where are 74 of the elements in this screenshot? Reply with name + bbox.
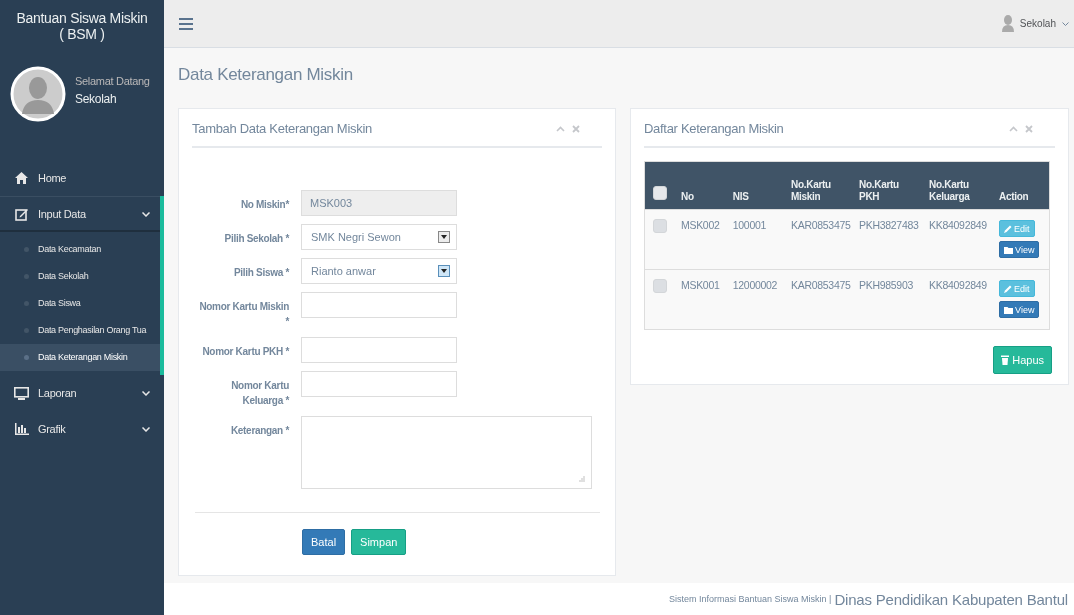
- input-field[interactable]: [301, 337, 457, 363]
- table-cell: PKH3827483: [855, 209, 926, 270]
- bar-chart-icon: [14, 423, 29, 435]
- close-icon[interactable]: [572, 124, 580, 133]
- app-title: Bantuan Siswa Miskin: [15, 10, 149, 26]
- input-field[interactable]: [301, 371, 457, 397]
- textarea-field[interactable]: [301, 416, 592, 489]
- form-button[interactable]: Batal: [302, 529, 346, 555]
- panel-title: Tambah Data Keterangan Miskin: [192, 121, 372, 136]
- submenu-item[interactable]: Data Penghasilan Orang Tua: [0, 317, 160, 344]
- field-label: Nomor Kartu Miskin *: [198, 300, 289, 329]
- checkbox[interactable]: [653, 186, 667, 200]
- close-icon[interactable]: [1025, 124, 1033, 133]
- folder-icon: [1004, 305, 1014, 314]
- menu-item[interactable]: Laporan: [0, 375, 164, 411]
- checkbox[interactable]: [653, 279, 667, 293]
- select-field[interactable]: Rianto anwar: [301, 258, 457, 284]
- field-label: Pilih Siswa *: [233, 266, 289, 280]
- table-cell: MSK001: [677, 269, 729, 330]
- menu-item[interactable]: Grafik: [0, 411, 164, 447]
- table-cell: MSK002: [677, 209, 729, 270]
- table-cell: KAR0853475: [787, 269, 856, 330]
- trash-icon: [1001, 355, 1010, 365]
- column-header: Action: [995, 161, 1050, 210]
- column-header: No.Kartu PKH: [855, 161, 926, 210]
- chevron-down-icon: [142, 390, 150, 396]
- field-label: No Miskin*: [239, 198, 289, 212]
- table-cell: 100001: [728, 209, 788, 270]
- page-title: Data Keterangan Miskin: [178, 65, 354, 86]
- menu-icon[interactable]: [179, 17, 193, 30]
- user-icon: [1001, 15, 1014, 32]
- table-cell: KAR0853475: [787, 209, 856, 270]
- table-cell: KK84092849: [925, 269, 996, 330]
- field-label: Nomor Kartu Keluarga *: [230, 379, 289, 408]
- pencil-icon: [1004, 224, 1013, 233]
- field-label: Keterangan *: [229, 424, 289, 438]
- panel-title: Daftar Keterangan Miskin: [644, 121, 784, 136]
- home-icon: [15, 172, 28, 184]
- menu-item[interactable]: Home: [0, 160, 164, 196]
- resize-grip-icon: [579, 476, 585, 482]
- user-name: Sekolah: [75, 92, 118, 106]
- checkbox[interactable]: [653, 219, 667, 233]
- folder-icon: [1004, 245, 1014, 254]
- column-header: No.Kartu Miskin: [787, 161, 856, 210]
- input-field[interactable]: [301, 292, 457, 318]
- submenu-item[interactable]: Data Siswa: [0, 290, 160, 317]
- avatar-icon: [10, 66, 66, 122]
- chevron-down-icon: [1062, 21, 1069, 26]
- column-header: No.Kartu Keluarga: [925, 161, 996, 210]
- field-label: Pilih Sekolah *: [223, 232, 289, 246]
- column-header: No: [677, 161, 729, 210]
- footer-text: Sistem Informasi Bantuan Siswa Miskin |: [669, 594, 832, 604]
- app-title: ( BSM ): [58, 26, 106, 42]
- submenu-item[interactable]: Data Keterangan Miskin: [0, 344, 160, 371]
- field-label: Nomor Kartu PKH *: [201, 345, 289, 359]
- footer-title: Dinas Pendidikan Kabupaten Bantul: [834, 590, 1068, 608]
- pencil-icon: [1004, 284, 1013, 293]
- collapse-icon[interactable]: [1009, 125, 1018, 132]
- edit-icon: [15, 207, 28, 221]
- user-menu[interactable]: Sekolah: [1001, 15, 1069, 32]
- select-field[interactable]: SMK Negri Sewon: [301, 224, 457, 250]
- monitor-icon: [14, 386, 29, 400]
- column-header: NIS: [728, 161, 788, 210]
- table-cell: PKH985903: [855, 269, 926, 330]
- chevron-down-icon: [142, 211, 150, 217]
- view-button[interactable]: View: [999, 241, 1040, 258]
- submenu-item[interactable]: Data Sekolah: [0, 263, 160, 290]
- view-button[interactable]: View: [999, 301, 1040, 318]
- collapse-icon[interactable]: [556, 125, 565, 132]
- welcome-text: Selamat Datang: [75, 75, 150, 87]
- submenu-item[interactable]: Data Kecamatan: [0, 236, 160, 263]
- table-cell: 12000002: [728, 269, 788, 330]
- chevron-down-icon: [142, 426, 150, 432]
- table-cell: KK84092849: [925, 209, 996, 270]
